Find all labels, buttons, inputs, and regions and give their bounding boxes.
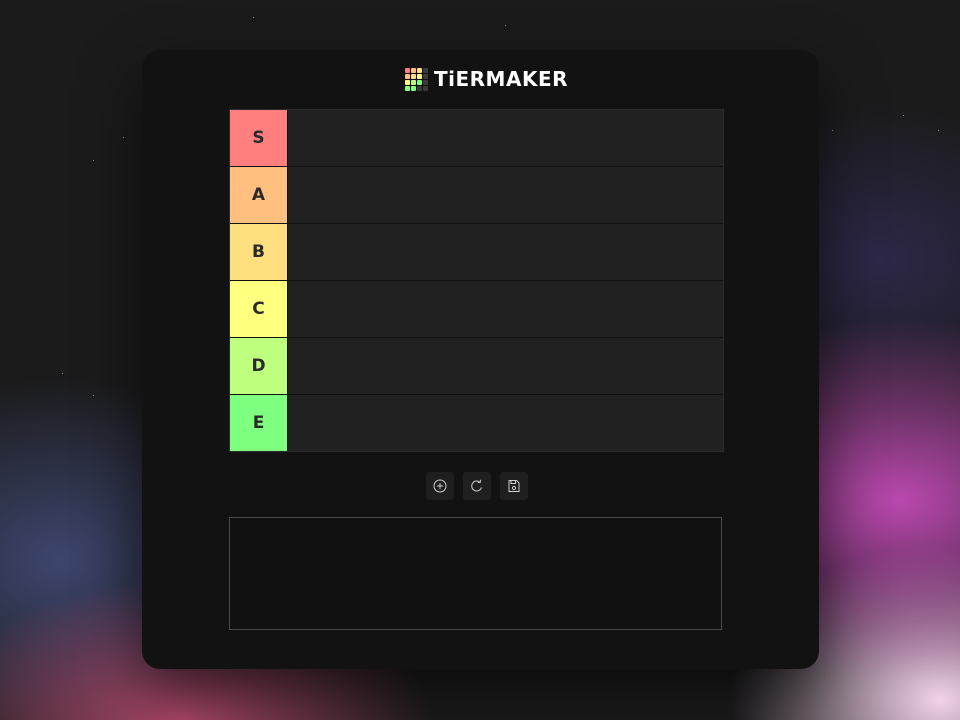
logo-cell: [411, 73, 416, 79]
logo-grid-icon: [405, 67, 428, 91]
logo-cell: [411, 67, 416, 73]
tier-row-e: E: [230, 395, 723, 451]
tier-drop-zone[interactable]: [287, 338, 723, 394]
logo-cell: [405, 73, 410, 79]
tier-drop-zone[interactable]: [287, 281, 723, 337]
star: [253, 17, 254, 18]
tier-drop-zone[interactable]: [287, 110, 723, 166]
tier-label[interactable]: E: [230, 395, 287, 451]
star: [93, 160, 94, 161]
star: [123, 137, 124, 138]
star: [62, 373, 63, 374]
tier-row-d: D: [230, 338, 723, 395]
logo-cell: [417, 79, 422, 85]
reset-button[interactable]: [463, 472, 491, 500]
tier-label[interactable]: C: [230, 281, 287, 337]
unranked-items-pool[interactable]: [229, 517, 722, 630]
tier-drop-zone[interactable]: [287, 395, 723, 451]
tier-row-a: A: [230, 167, 723, 224]
tier-row-s: S: [230, 110, 723, 167]
star: [505, 25, 506, 26]
tier-drop-zone[interactable]: [287, 167, 723, 223]
logo-cell: [405, 79, 410, 85]
tier-row-c: C: [230, 281, 723, 338]
tier-label[interactable]: B: [230, 224, 287, 280]
add-button[interactable]: [426, 472, 454, 500]
tier-label[interactable]: A: [230, 167, 287, 223]
tier-drop-zone[interactable]: [287, 224, 723, 280]
tiermaker-logo[interactable]: TiERMAKER: [405, 66, 568, 92]
logo-cell: [405, 85, 410, 91]
logo-cell: [423, 73, 428, 79]
toolbar: [426, 472, 528, 500]
save-icon: [508, 480, 520, 492]
logo-cell: [405, 67, 410, 73]
logo-cell: [417, 73, 422, 79]
refresh-icon: [471, 479, 482, 492]
logo-cell: [423, 79, 428, 85]
logo-text: TiERMAKER: [434, 67, 569, 91]
tier-label[interactable]: S: [230, 110, 287, 166]
logo-cell: [417, 85, 422, 91]
logo-cell: [423, 67, 428, 73]
logo-cell: [417, 67, 422, 73]
star: [93, 395, 94, 396]
save-button[interactable]: [500, 472, 528, 500]
star: [903, 115, 904, 116]
logo-cell: [411, 85, 416, 91]
star: [832, 130, 833, 131]
tier-row-b: B: [230, 224, 723, 281]
tier-list: SABCDE: [229, 109, 724, 452]
tier-label[interactable]: D: [230, 338, 287, 394]
logo-cell: [423, 85, 428, 91]
plus-circle-icon: [433, 479, 447, 493]
logo-cell: [411, 79, 416, 85]
tier-list-card: TiERMAKER SABCDE: [142, 50, 819, 669]
star: [938, 130, 939, 131]
